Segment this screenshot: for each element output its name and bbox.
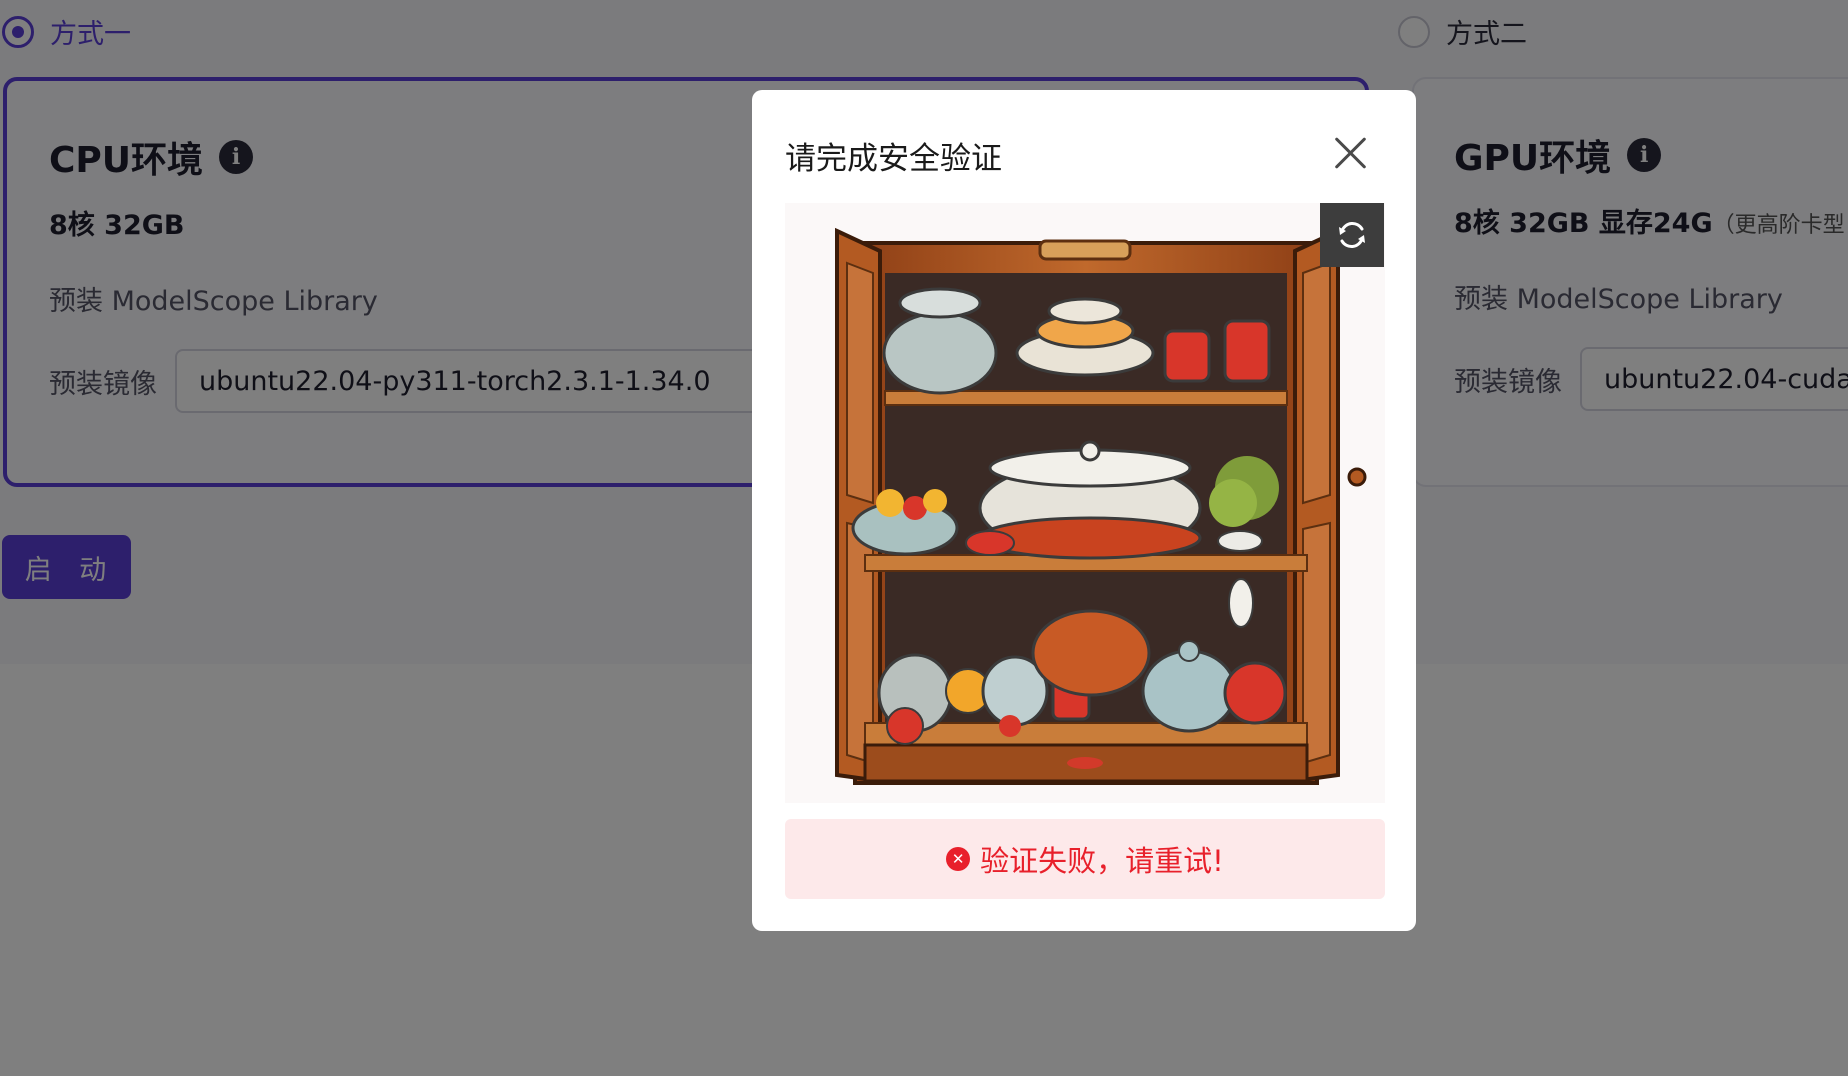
error-message-bar: ✕ 验证失败，请重试!	[785, 819, 1385, 899]
captcha-image[interactable]	[785, 203, 1385, 803]
refresh-icon	[1339, 222, 1365, 248]
close-icon[interactable]	[1330, 132, 1372, 174]
kitchen-cabinet-illustration	[785, 203, 1385, 803]
modal-title: 请完成安全验证	[785, 141, 1002, 177]
error-message: 验证失败，请重试!	[980, 844, 1224, 878]
refresh-button[interactable]	[1320, 203, 1384, 267]
captcha-modal: 请完成安全验证 ✕ 验证失败，请重试!	[752, 90, 1416, 931]
error-circle-icon: ✕	[946, 847, 971, 871]
